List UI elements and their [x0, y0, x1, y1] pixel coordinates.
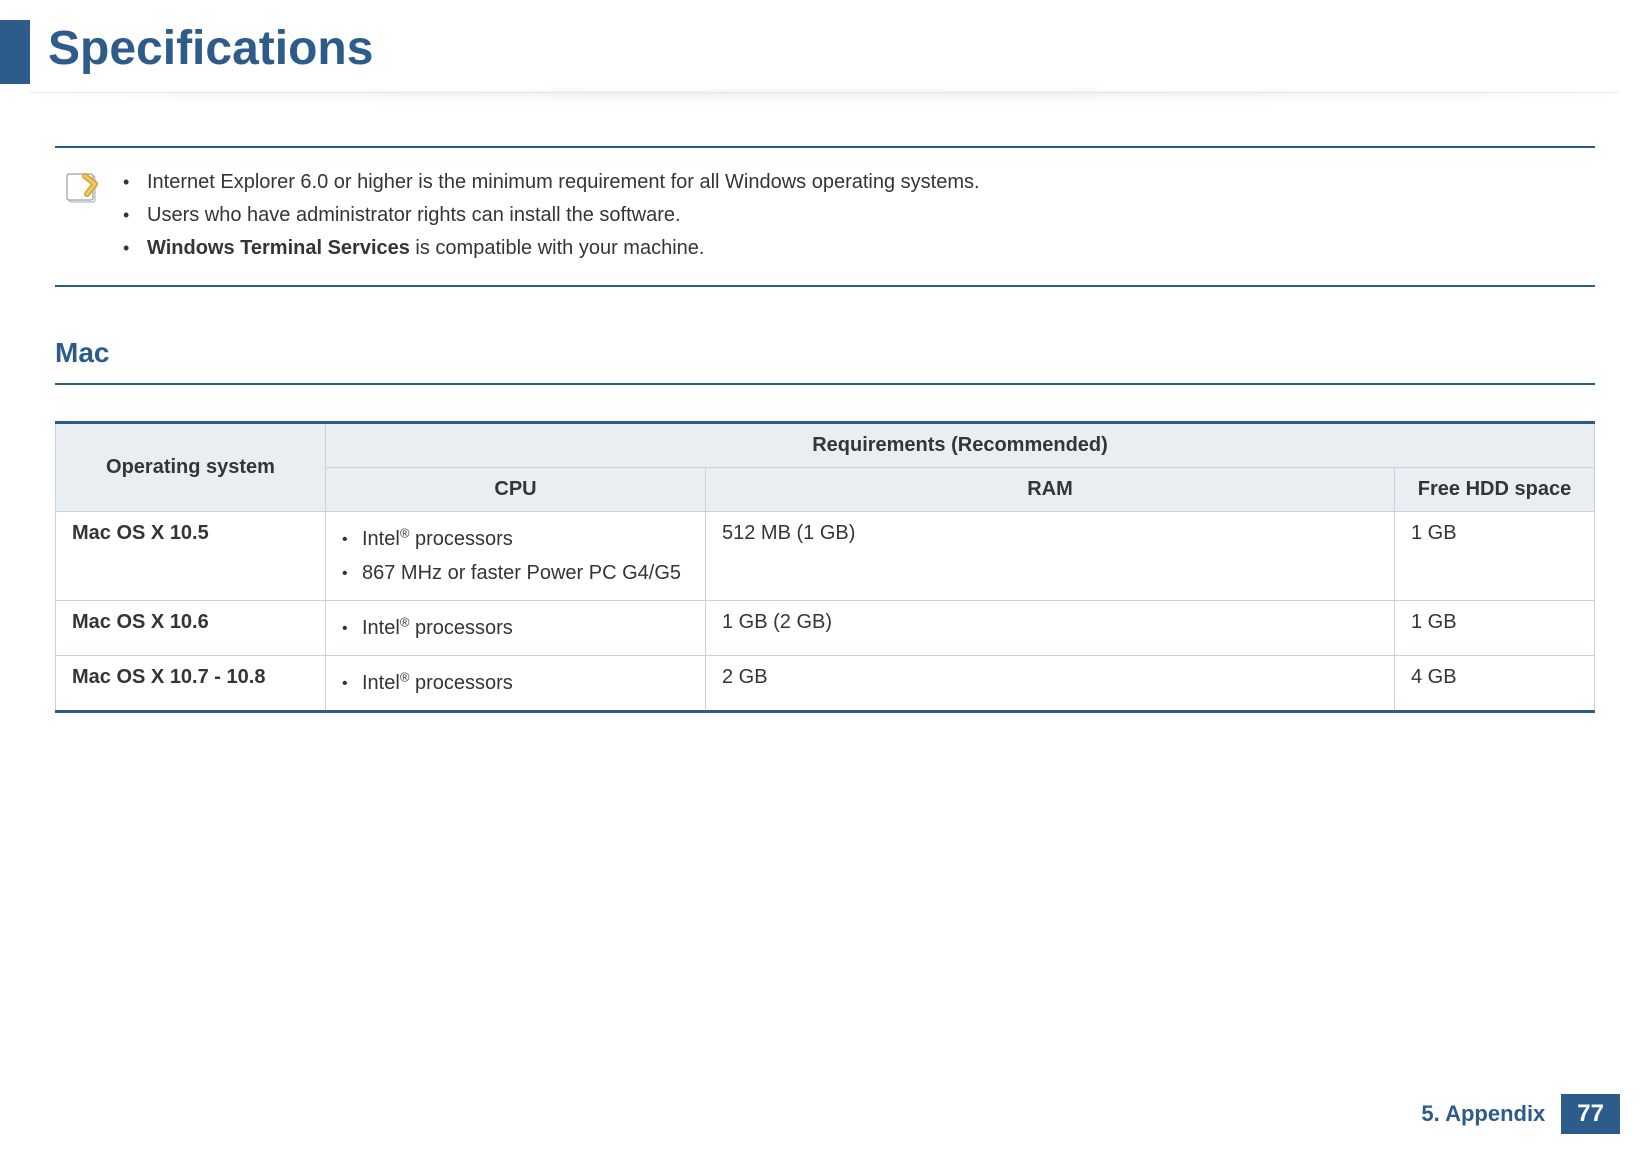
- th-os: Operating system: [56, 423, 326, 512]
- spec-table: Operating system Requirements (Recommend…: [55, 421, 1595, 713]
- table-row: Mac OS X 10.6 Intel® processors 1 GB (2 …: [56, 601, 1595, 656]
- cpu-item: Intel® processors: [342, 522, 689, 556]
- text: Intel: [362, 528, 400, 550]
- note-list: Internet Explorer 6.0 or higher is the m…: [119, 166, 980, 265]
- cell-ram: 1 GB (2 GB): [706, 601, 1395, 656]
- cell-hdd: 1 GB: [1395, 601, 1595, 656]
- cell-os: Mac OS X 10.6: [56, 601, 326, 656]
- cell-ram: 2 GB: [706, 656, 1395, 712]
- th-ram: RAM: [706, 468, 1395, 512]
- note-item: Internet Explorer 6.0 or higher is the m…: [119, 166, 980, 199]
- cell-ram: 512 MB (1 GB): [706, 512, 1395, 601]
- note-item: Windows Terminal Services is compatible …: [119, 232, 980, 265]
- th-cpu: CPU: [326, 468, 706, 512]
- title-divider: [30, 92, 1620, 106]
- text: processors: [409, 528, 512, 550]
- cpu-item: 867 MHz or faster Power PC G4/G5: [342, 556, 689, 590]
- title-bar: Specifications: [0, 20, 1650, 84]
- page-title: Specifications: [30, 20, 373, 84]
- note-bold: Windows Terminal Services: [147, 237, 410, 259]
- cell-cpu: Intel® processors 867 MHz or faster Powe…: [326, 512, 706, 601]
- note-box: Internet Explorer 6.0 or higher is the m…: [55, 146, 1595, 287]
- cpu-item: Intel® processors: [342, 611, 689, 645]
- reg-mark: ®: [400, 614, 410, 629]
- note-text: is compatible with your machine.: [410, 237, 705, 259]
- title-tab: [0, 20, 30, 84]
- text: processors: [409, 672, 512, 694]
- section-rule: [55, 383, 1595, 385]
- section-heading: Mac: [55, 337, 1595, 375]
- text: 867 MHz or faster Power PC G4/G5: [362, 562, 681, 584]
- footer: 5. Appendix 77: [1421, 1094, 1620, 1134]
- cpu-item: Intel® processors: [342, 666, 689, 700]
- note-item: Users who have administrator rights can …: [119, 199, 980, 232]
- cell-hdd: 4 GB: [1395, 656, 1595, 712]
- cell-hdd: 1 GB: [1395, 512, 1595, 601]
- text: processors: [409, 617, 512, 639]
- text: Intel: [362, 617, 400, 639]
- table-header-row: Operating system Requirements (Recommend…: [56, 423, 1595, 468]
- note-text: Users who have administrator rights can …: [147, 204, 681, 226]
- note-text: Internet Explorer 6.0 or higher is the m…: [147, 171, 980, 193]
- cell-cpu: Intel® processors: [326, 601, 706, 656]
- note-icon: [65, 170, 101, 211]
- reg-mark: ®: [400, 669, 410, 684]
- text: Intel: [362, 672, 400, 694]
- th-hdd: Free HDD space: [1395, 468, 1595, 512]
- table-row: Mac OS X 10.5 Intel® processors 867 MHz …: [56, 512, 1595, 601]
- footer-section: 5. Appendix: [1421, 1101, 1545, 1127]
- cell-os: Mac OS X 10.5: [56, 512, 326, 601]
- th-requirements: Requirements (Recommended): [326, 423, 1595, 468]
- table-row: Mac OS X 10.7 - 10.8 Intel® processors 2…: [56, 656, 1595, 712]
- reg-mark: ®: [400, 525, 410, 540]
- cell-os: Mac OS X 10.7 - 10.8: [56, 656, 326, 712]
- footer-page-number: 77: [1561, 1094, 1620, 1134]
- cell-cpu: Intel® processors: [326, 656, 706, 712]
